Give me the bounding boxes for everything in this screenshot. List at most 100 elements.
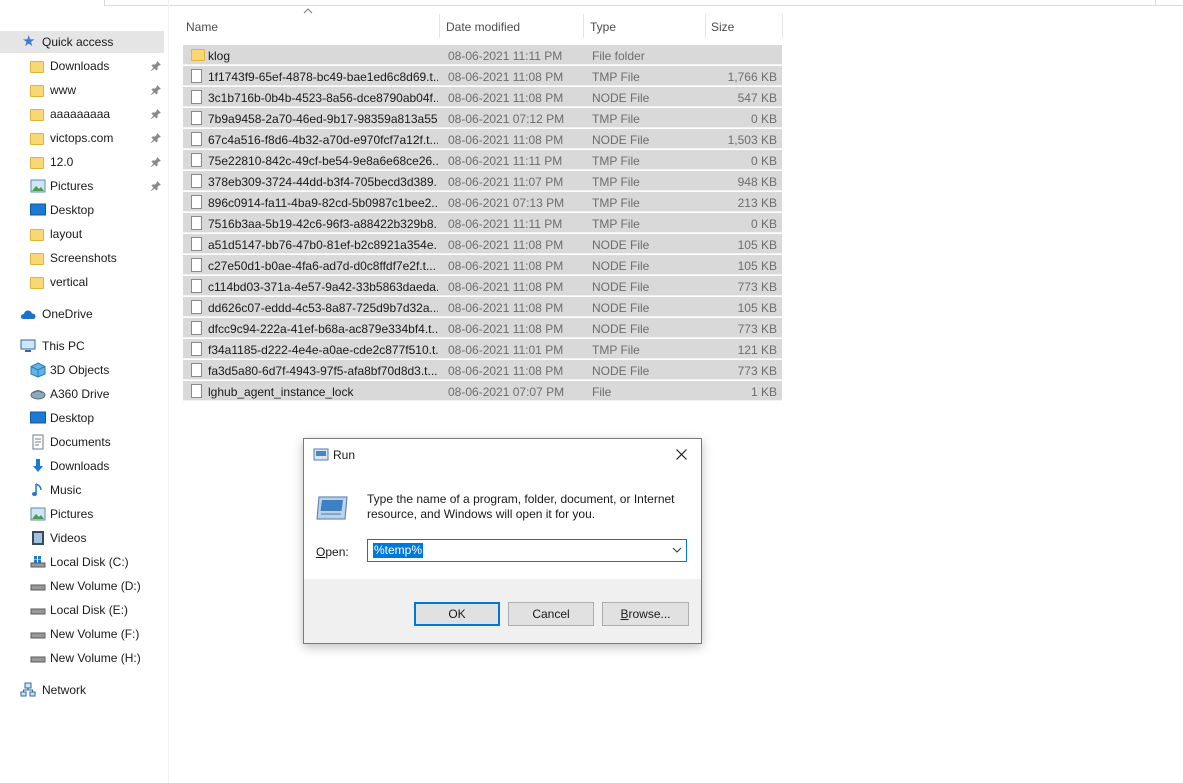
browse-button[interactable]: Browse... xyxy=(602,602,689,626)
file-name: a51d5147-bb76-47b0-81ef-b2c8921a354e... xyxy=(208,238,438,252)
sidebar-item-network[interactable]: Network xyxy=(0,679,164,701)
file-date: 08-06-2021 11:08 PM xyxy=(448,280,564,294)
file-date: 08-06-2021 11:08 PM xyxy=(448,133,564,147)
sidebar-item-label: layout xyxy=(50,227,83,241)
file-icon xyxy=(191,279,203,293)
file-name: 3c1b716b-0b4b-4523-8a56-dce8790ab04f... xyxy=(208,91,438,105)
sidebar-item-onedrive[interactable]: OneDrive xyxy=(0,303,164,325)
file-name: fa3d5a80-6d7f-4943-97f5-afa8bf70d8d3.t..… xyxy=(208,364,438,378)
sidebar-item-vertical[interactable]: vertical xyxy=(0,271,164,293)
sidebar-item-new-volume-f[interactable]: New Volume (F:) xyxy=(0,623,164,645)
folder-icon xyxy=(30,82,46,98)
sidebar-item-documents[interactable]: Documents xyxy=(0,431,164,453)
sidebar-item-desktop[interactable]: Desktop xyxy=(0,407,164,429)
file-row[interactable]: 75e22810-842c-49cf-be54-9e8a6e68ce26....… xyxy=(183,150,782,170)
file-row[interactable]: dd626c07-eddd-4c53-8a87-725d9b7d32a... 08… xyxy=(183,297,782,317)
sidebar-item-new-volume-h[interactable]: New Volume (H:) xyxy=(0,647,164,669)
column-header-date-modified[interactable]: Date modified xyxy=(440,14,583,38)
address-bar-edge xyxy=(104,0,1183,6)
run-dialog[interactable]: Run Type the name of a program, folder, … xyxy=(303,438,702,644)
sidebar-item-pictures[interactable]: Pictures xyxy=(0,503,164,525)
sidebar-item-layout[interactable]: layout xyxy=(0,223,164,245)
sidebar-item-3d-objects[interactable]: 3D Objects xyxy=(0,359,164,381)
open-combobox[interactable]: %temp% xyxy=(367,539,687,562)
sidebar-item-downloads-pinned[interactable]: Downloads xyxy=(0,55,164,77)
column-header-type[interactable]: Type xyxy=(584,14,705,38)
file-row[interactable]: f34a1185-d222-4e4e-a0ae-cde2c877f510.t..… xyxy=(183,339,782,359)
column-header-name[interactable]: Name xyxy=(183,14,439,38)
file-row[interactable]: dfcc9c94-222a-41ef-b68a-ac879e334bf4.t..… xyxy=(183,318,782,338)
pin-icon xyxy=(151,181,161,191)
file-row[interactable]: c27e50d1-b0ae-4fa6-ad7d-d0c8ffdf7e2f.t..… xyxy=(183,255,782,275)
sidebar-item-quick-access[interactable]: Quick access xyxy=(0,31,164,53)
open-label-rest: pen: xyxy=(325,545,349,559)
file-row[interactable]: c114bd03-371a-4e57-9a42-33b5863daeda... 0… xyxy=(183,276,782,296)
file-name: dd626c07-eddd-4c53-8a87-725d9b7d32a... xyxy=(208,301,438,315)
file-type: TMP File xyxy=(592,154,640,168)
file-row[interactable]: klog 08-06-2021 11:11 PM File folder xyxy=(183,45,782,65)
open-input-value[interactable]: %temp% xyxy=(373,543,424,558)
file-type: File folder xyxy=(592,49,645,63)
file-row[interactable]: fa3d5a80-6d7f-4943-97f5-afa8bf70d8d3.t..… xyxy=(183,360,782,380)
sidebar-item-label: OneDrive xyxy=(42,307,93,321)
close-icon xyxy=(675,449,687,460)
sidebar-item-label: Local Disk (E:) xyxy=(50,603,129,617)
file-row[interactable]: 67c4a516-f8d6-4b32-a70d-e970fcf7a12f.t..… xyxy=(183,129,782,149)
file-row[interactable]: 7516b3aa-5b19-42c6-96f3-a88422b329b8....… xyxy=(183,213,782,233)
file-icon xyxy=(191,216,203,230)
column-header-size[interactable]: Size xyxy=(706,14,782,38)
sidebar-item-label: Desktop xyxy=(50,203,95,217)
sidebar-item-music[interactable]: Music xyxy=(0,479,164,501)
file-row[interactable]: 7b9a9458-2a70-46ed-9b17-98359a813a55... 0… xyxy=(183,108,782,128)
sidebar-item-victops[interactable]: victops.com xyxy=(0,127,164,149)
file-date: 08-06-2021 11:08 PM xyxy=(448,322,564,336)
file-row[interactable]: 3c1b716b-0b4b-4523-8a56-dce8790ab04f... 0… xyxy=(183,87,782,107)
file-icon xyxy=(191,300,203,314)
sidebar-item-pictures-pinned[interactable]: Pictures xyxy=(0,175,164,197)
sidebar-item-this-pc[interactable]: This PC xyxy=(0,335,164,357)
file-icon xyxy=(191,69,203,83)
ok-button[interactable]: OK xyxy=(414,602,500,626)
file-row[interactable]: a51d5147-bb76-47b0-81ef-b2c8921a354e... 0… xyxy=(183,234,782,254)
navigation-pane[interactable]: Quick access Downloads www aaaaaaaaa vic… xyxy=(0,0,169,783)
sidebar-item-12-0[interactable]: 12.0 xyxy=(0,151,164,173)
file-row[interactable]: lghub_agent_instance_lock 08-06-2021 07:0… xyxy=(183,381,782,401)
file-type: TMP File xyxy=(592,217,640,231)
file-size: 1,766 KB xyxy=(727,70,777,84)
sidebar-item-screenshots[interactable]: Screenshots xyxy=(0,247,164,269)
sidebar-item-desktop-recent[interactable]: Desktop xyxy=(0,199,164,221)
file-date: 08-06-2021 11:08 PM xyxy=(448,238,564,252)
sidebar-item-www[interactable]: www xyxy=(0,79,164,101)
star-icon xyxy=(22,34,38,50)
file-size: 1 KB xyxy=(750,385,777,399)
cancel-button[interactable]: Cancel xyxy=(508,602,594,626)
file-type: NODE File xyxy=(592,280,650,294)
sidebar-item-local-disk-e[interactable]: Local Disk (E:) xyxy=(0,599,164,621)
file-date: 08-06-2021 11:01 PM xyxy=(448,343,564,357)
sidebar-item-downloads[interactable]: Downloads xyxy=(0,455,164,477)
file-type: NODE File xyxy=(592,91,650,105)
file-size: 773 KB xyxy=(737,364,777,378)
cloud-icon xyxy=(20,310,36,319)
file-row[interactable]: 378eb309-3724-44dd-b3f4-705becd3d389... 0… xyxy=(183,171,782,191)
sidebar-item-aaaaaaaaa[interactable]: aaaaaaaaa xyxy=(0,103,164,125)
sidebar-item-label: New Volume (F:) xyxy=(50,627,140,641)
file-row[interactable]: 1f1743f9-65ef-4878-bc49-bae1ed6c8d69.t..… xyxy=(183,66,782,86)
pin-icon xyxy=(151,109,161,119)
sidebar-item-local-disk-c[interactable]: Local Disk (C:) xyxy=(0,551,164,573)
file-row[interactable]: 896c0914-fa11-4ba9-82cd-5b0987c1bee2....… xyxy=(183,192,782,212)
computer-icon xyxy=(20,339,36,352)
sidebar-item-videos[interactable]: Videos xyxy=(0,527,164,549)
sidebar-item-new-volume-d[interactable]: New Volume (D:) xyxy=(0,575,164,597)
file-type: NODE File xyxy=(592,133,650,147)
sidebar-item-label: victops.com xyxy=(50,131,114,145)
file-name: 378eb309-3724-44dd-b3f4-705becd3d389... xyxy=(208,175,438,189)
sidebar-item-a360-drive[interactable]: A360 Drive xyxy=(0,383,164,405)
column-divider[interactable] xyxy=(782,14,783,38)
pin-icon xyxy=(151,157,161,167)
sidebar-item-label: This PC xyxy=(42,339,85,353)
dialog-titlebar[interactable]: Run xyxy=(304,439,701,471)
open-label: Open: xyxy=(316,545,349,559)
chevron-down-icon[interactable] xyxy=(672,545,682,555)
close-button[interactable] xyxy=(670,445,692,465)
